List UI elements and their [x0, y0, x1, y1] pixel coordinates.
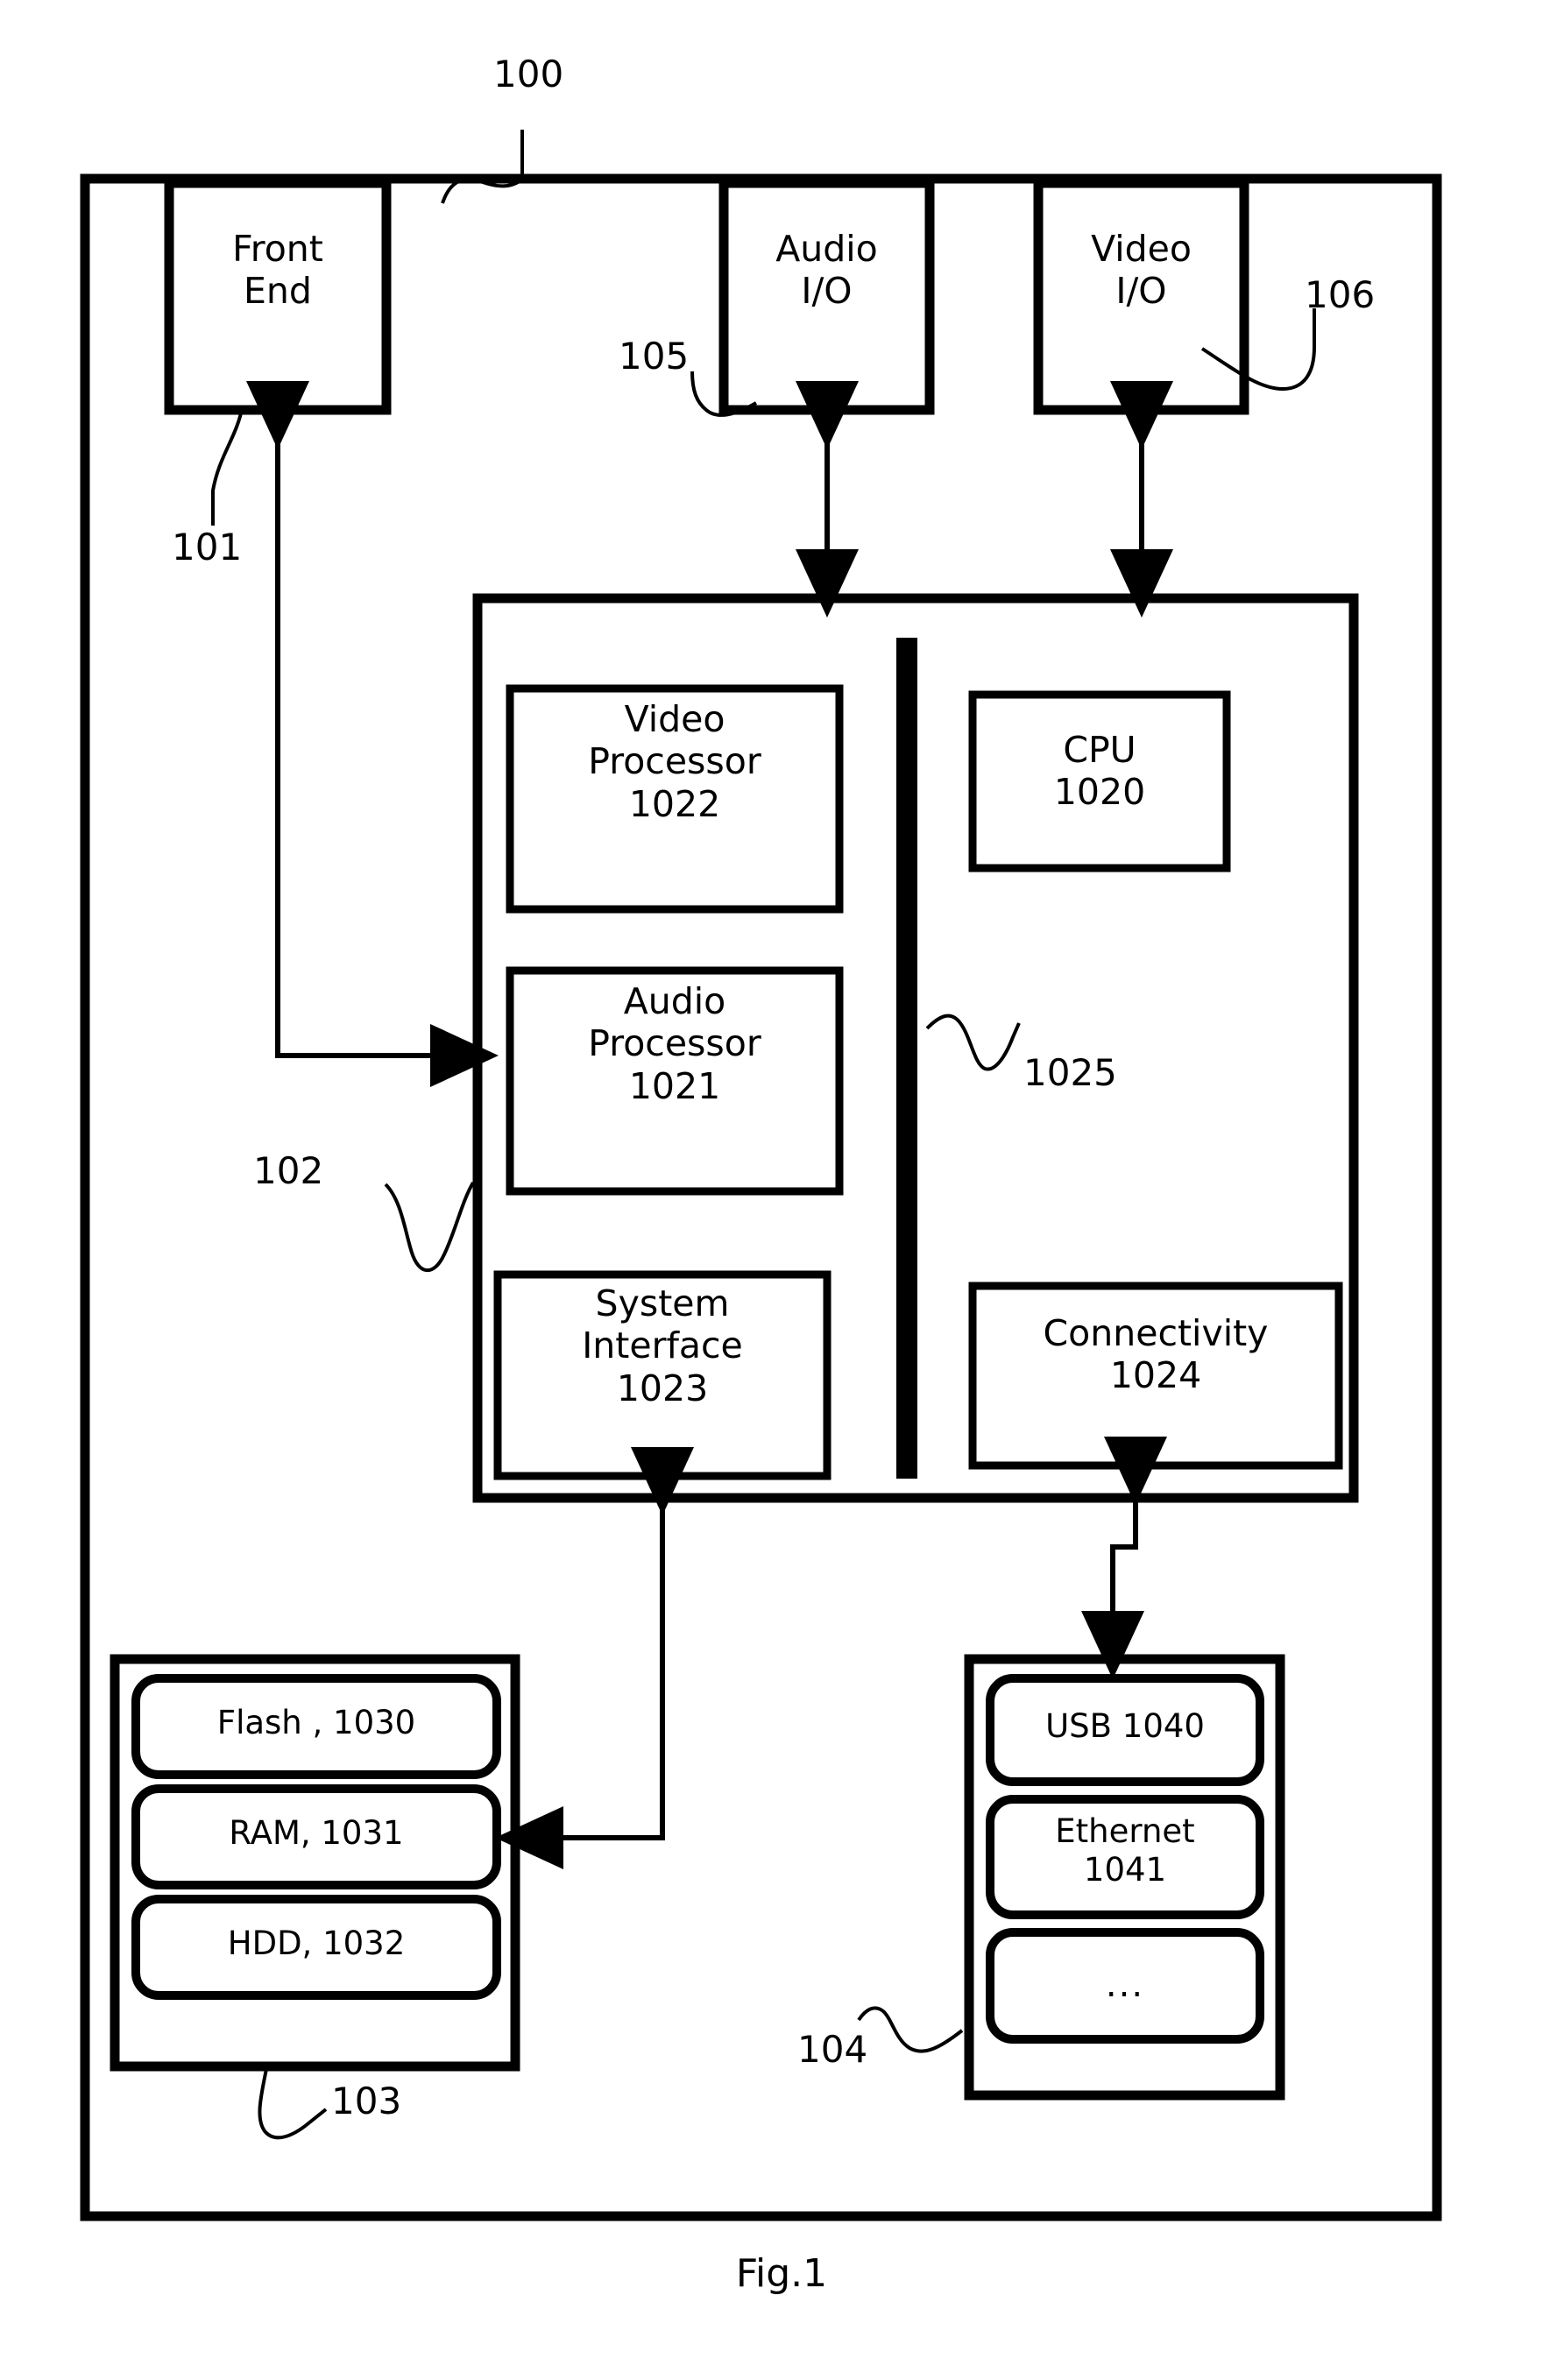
reference-number-103: 103 [331, 2080, 402, 2122]
figure-caption: Fig.1 [735, 2251, 828, 2296]
memory-item-flash-label: Flash , 1030 [216, 1704, 416, 1741]
peripheral-item-more-label: ... [1105, 1965, 1145, 2005]
memory-item-ram-label: RAM, 1031 [229, 1814, 404, 1852]
audio-processor-label: Audio Processor 1021 [588, 980, 761, 1107]
connectivity-label: Connectivity 1024 [1043, 1312, 1269, 1397]
video-io-label: Video I/O [1091, 228, 1192, 313]
reference-number-104: 104 [797, 2028, 868, 2071]
system-interface-label: System Interface 1023 [582, 1282, 743, 1409]
front-end-label: Front End [232, 228, 323, 313]
figure-canvas: 100 101 105 106 102 1025 103 104 Front E… [0, 0, 1564, 2380]
reference-number-105: 105 [619, 335, 690, 378]
reference-number-102: 102 [253, 1149, 324, 1192]
diagram-geometry [80, 130, 1442, 2221]
bus-bar-1025 [896, 638, 917, 1479]
reference-number-100: 100 [493, 53, 564, 95]
reference-number-1025: 1025 [1023, 1051, 1117, 1094]
peripheral-item-usb-label: USB 1040 [1045, 1707, 1205, 1745]
video-processor-label: Video Processor 1022 [588, 698, 761, 825]
audio-io-label: Audio I/O [775, 228, 878, 313]
reference-number-101: 101 [172, 526, 243, 569]
peripheral-item-ethernet-label: Ethernet 1041 [1055, 1812, 1195, 1889]
memory-item-hdd-label: HDD, 1032 [227, 1924, 406, 1962]
reference-number-106: 106 [1305, 273, 1376, 316]
cpu-label: CPU 1020 [1053, 729, 1146, 814]
